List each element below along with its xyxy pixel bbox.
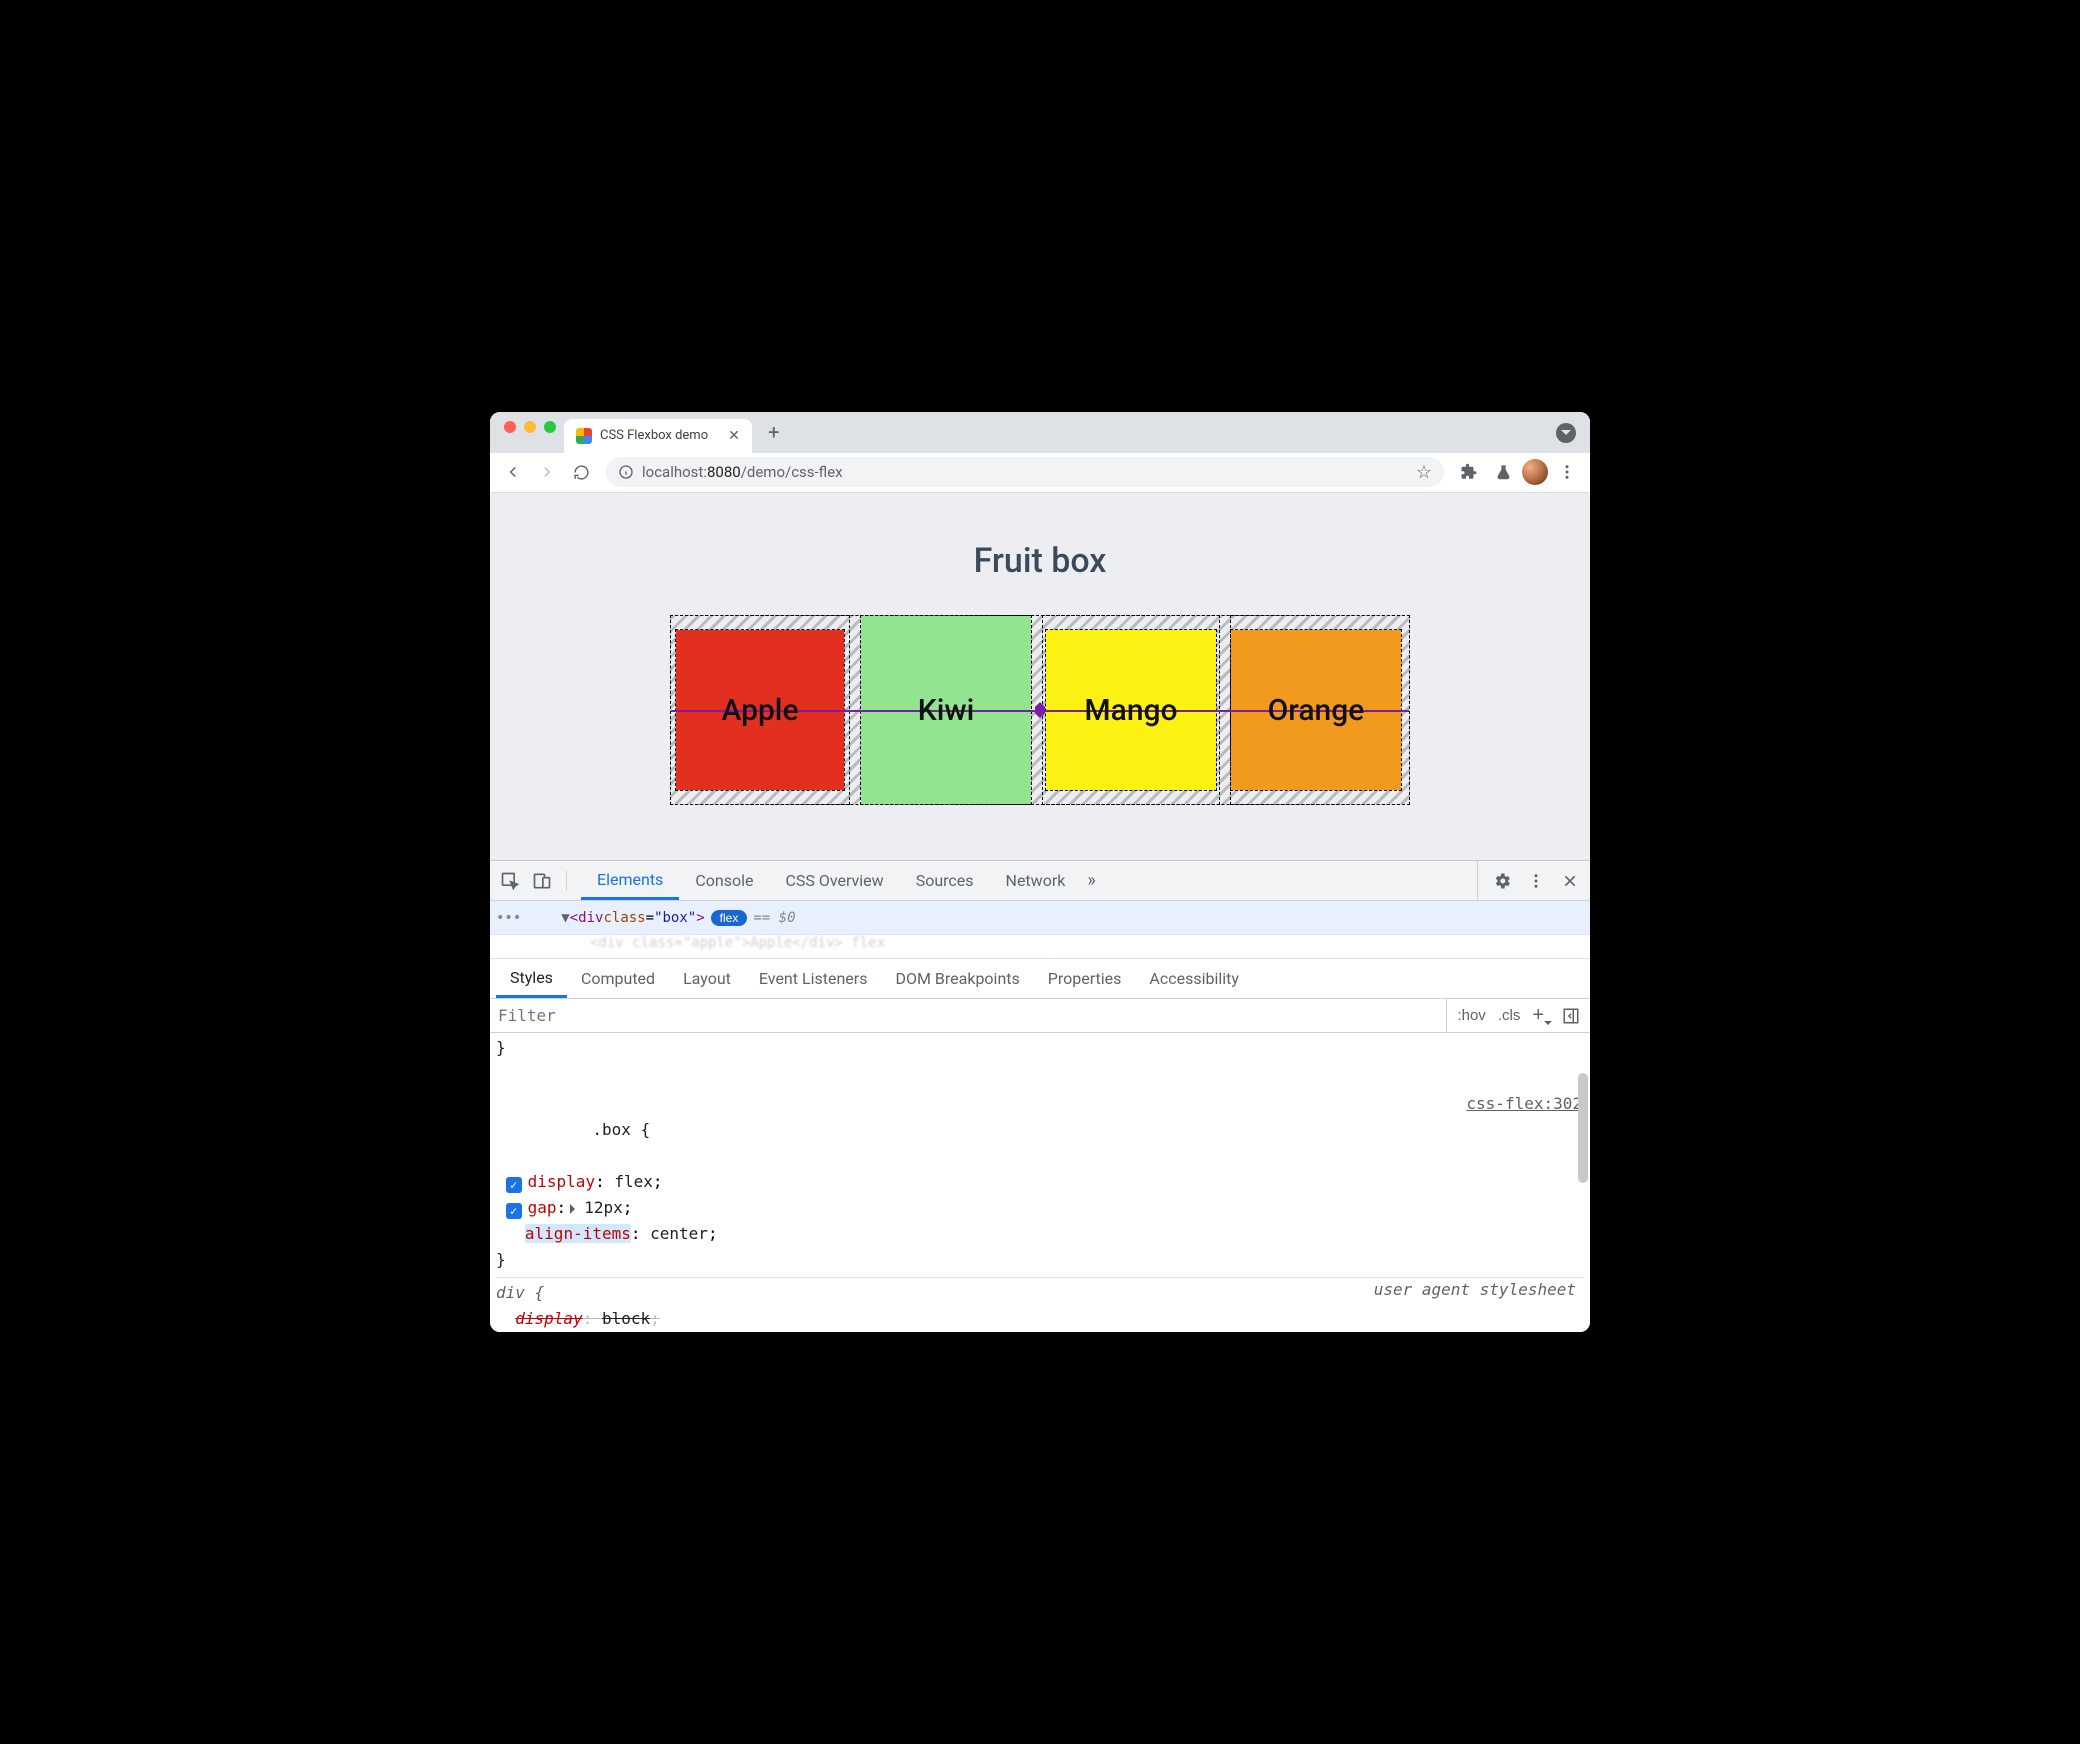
tab-strip: CSS Flexbox demo ✕ + <box>490 412 1590 453</box>
dom-next-line: <div class="apple">Apple</div> flex <box>490 935 1590 959</box>
page-viewport: Fruit box Apple Kiwi Mango Orange <box>490 493 1590 860</box>
devtools-settings-icon[interactable] <box>1492 871 1512 891</box>
browser-tab[interactable]: CSS Flexbox demo ✕ <box>564 419 752 453</box>
devtools-close-icon[interactable] <box>1560 871 1580 891</box>
scrollbar-thumb[interactable] <box>1578 1073 1588 1183</box>
rule-box-selector[interactable]: css-flex:302 .box { <box>496 1065 1584 1169</box>
reload-button[interactable] <box>566 457 596 487</box>
subtab-event-listeners[interactable]: Event Listeners <box>745 959 882 998</box>
tab-search-button[interactable] <box>1556 423 1576 443</box>
back-button[interactable] <box>498 457 528 487</box>
rule-close-brace: } <box>496 1035 1584 1061</box>
styles-subtabs: Styles Computed Layout Event Listeners D… <box>490 959 1590 999</box>
profile-avatar[interactable] <box>1522 459 1548 485</box>
browser-toolbar: localhost:8080/demo/css-flex ☆ <box>490 453 1590 494</box>
decl-gap[interactable]: ✓gap:12px; <box>496 1195 1584 1221</box>
styles-filter-bar: :hov .cls + <box>490 999 1590 1033</box>
decl-checkbox[interactable]: ✓ <box>506 1177 522 1193</box>
subtab-accessibility[interactable]: Accessibility <box>1135 959 1253 998</box>
flex-badge[interactable]: flex <box>711 910 748 926</box>
devtools-kebab-menu[interactable] <box>1526 871 1546 891</box>
close-window-button[interactable] <box>504 421 516 433</box>
tab-favicon <box>576 428 592 444</box>
inspect-element-icon[interactable] <box>500 871 520 891</box>
chrome-menu-button[interactable] <box>1552 457 1582 487</box>
page-heading: Fruit box <box>490 493 1590 615</box>
subtab-computed[interactable]: Computed <box>567 959 669 998</box>
decl-checkbox[interactable]: ✓ <box>506 1203 522 1219</box>
site-info-icon[interactable] <box>618 464 634 480</box>
forward-button[interactable] <box>532 457 562 487</box>
browser-window: CSS Flexbox demo ✕ + localhost:8080/demo… <box>490 412 1590 1332</box>
subtab-dom-breakpoints[interactable]: DOM Breakpoints <box>881 959 1033 998</box>
dom-selected-node[interactable]: •••▼<div class="box">flex == $0 <box>490 901 1590 935</box>
extensions-button[interactable] <box>1454 457 1484 487</box>
hov-toggle[interactable]: :hov <box>1457 1007 1485 1024</box>
subtab-properties[interactable]: Properties <box>1034 959 1136 998</box>
subtab-layout[interactable]: Layout <box>669 959 745 998</box>
window-controls <box>500 421 564 443</box>
flex-container-overlay[interactable]: Apple Kiwi Mango Orange <box>670 615 1410 805</box>
star-icon[interactable]: ☆ <box>1416 462 1432 483</box>
labs-button[interactable] <box>1488 457 1518 487</box>
decl-align-items[interactable]: align-items: center; <box>496 1221 1584 1247</box>
devtools-toolbar: Elements Console CSS Overview Sources Ne… <box>490 861 1590 901</box>
devtools-tab-elements[interactable]: Elements <box>581 861 679 900</box>
expand-shorthand-icon[interactable] <box>570 1204 580 1214</box>
subtab-styles[interactable]: Styles <box>496 959 567 998</box>
devtools-more-tabs[interactable]: » <box>1087 870 1095 891</box>
decl-display[interactable]: ✓display: flex; <box>496 1169 1584 1195</box>
minimize-window-button[interactable] <box>524 421 536 433</box>
styles-filter-input[interactable] <box>490 1006 1446 1025</box>
device-toolbar-icon[interactable] <box>532 871 552 891</box>
new-style-rule-button[interactable]: + <box>1532 1004 1550 1027</box>
url-text: localhost:8080/demo/css-flex <box>642 463 843 481</box>
devtools-tab-sources[interactable]: Sources <box>900 861 990 900</box>
devtools-tab-css-overview[interactable]: CSS Overview <box>769 861 899 900</box>
devtools-tab-network[interactable]: Network <box>990 861 1082 900</box>
address-bar[interactable]: localhost:8080/demo/css-flex ☆ <box>606 457 1444 487</box>
cls-toggle[interactable]: .cls <box>1498 1007 1521 1024</box>
devtools-tab-console[interactable]: Console <box>679 861 769 900</box>
new-tab-button[interactable]: + <box>760 418 788 446</box>
computed-toggle-icon[interactable] <box>1562 1007 1580 1025</box>
styles-rules-pane[interactable]: } css-flex:302 .box { ✓display: flex; ✓g… <box>490 1033 1590 1332</box>
ua-label: user agent stylesheet <box>1374 1280 1576 1299</box>
maximize-window-button[interactable] <box>544 421 556 433</box>
ua-stylesheet-rule: user agent stylesheet div { display: blo… <box>496 1277 1584 1332</box>
devtools-panel: Elements Console CSS Overview Sources Ne… <box>490 860 1590 1332</box>
close-tab-button[interactable]: ✕ <box>728 429 740 443</box>
tab-title: CSS Flexbox demo <box>600 428 708 443</box>
rule-source-link[interactable]: css-flex:302 <box>1466 1091 1582 1117</box>
